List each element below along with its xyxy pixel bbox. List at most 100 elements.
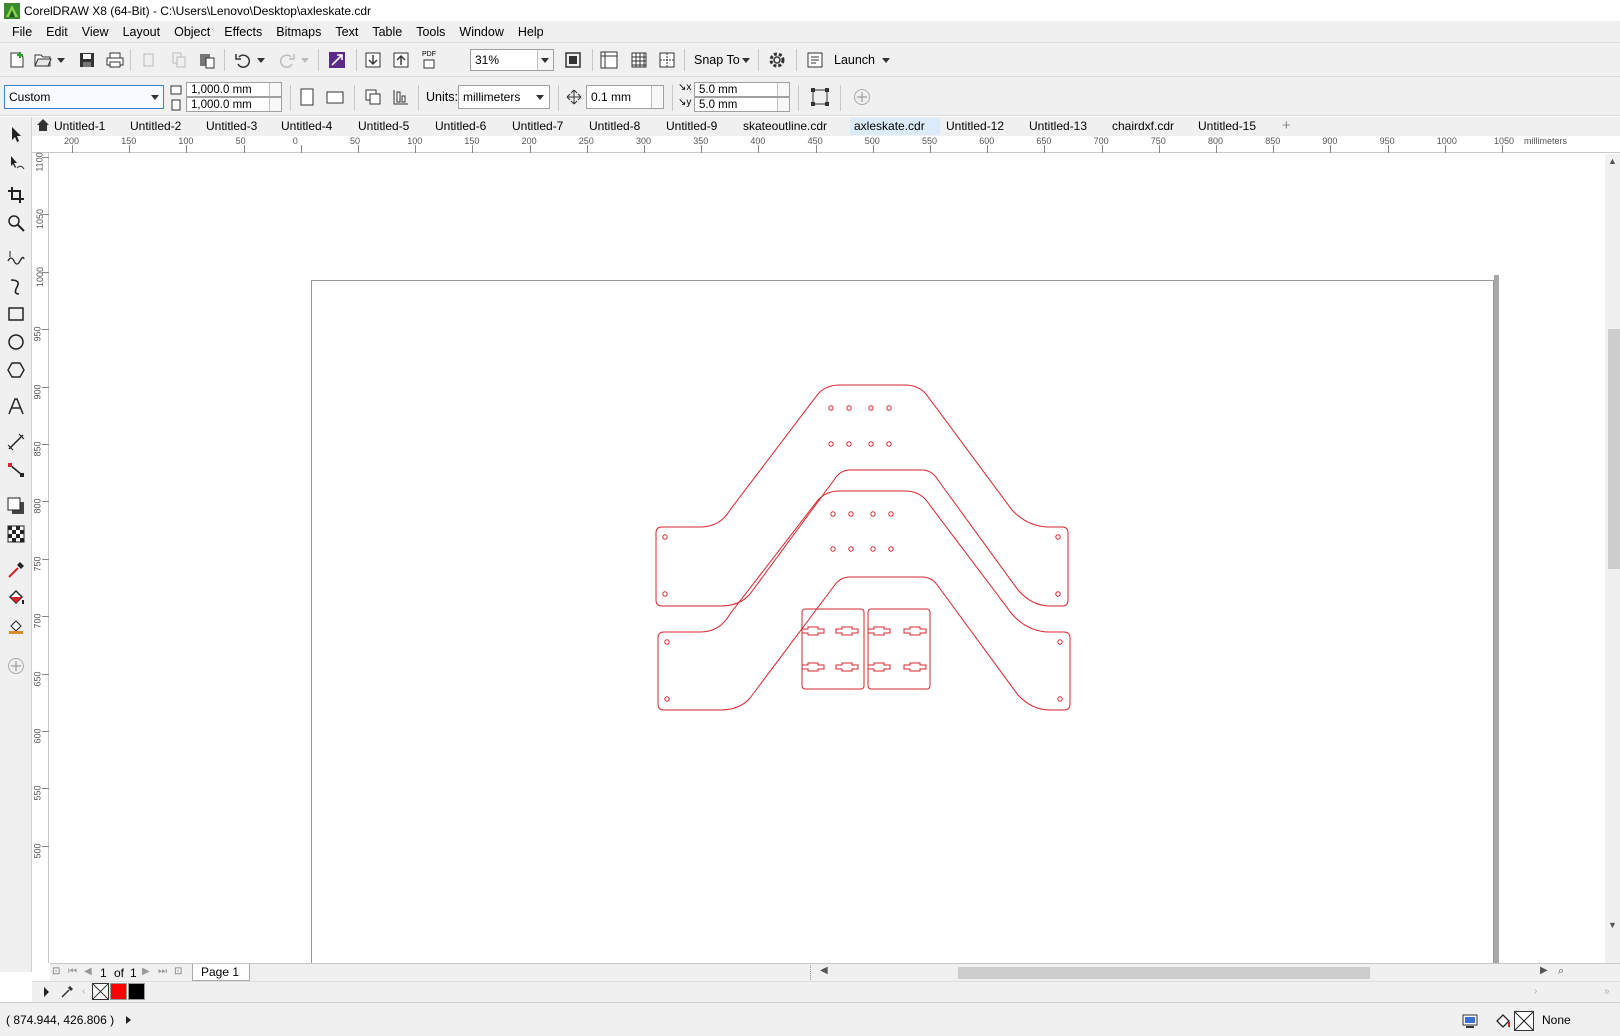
tab-untitled-15[interactable]: Untitled-15 — [1194, 118, 1256, 135]
menu-effects[interactable]: Effects — [218, 25, 270, 39]
show-grid-button[interactable] — [628, 49, 650, 71]
import-button[interactable] — [362, 49, 384, 71]
red-swatch[interactable] — [110, 983, 127, 1000]
quick-customize-button[interactable] — [850, 85, 874, 109]
drop-shadow-tool[interactable] — [4, 494, 28, 518]
open-button[interactable] — [32, 49, 54, 71]
nudge-spinner[interactable] — [651, 86, 663, 108]
menu-window[interactable]: Window — [453, 25, 511, 39]
color-proof-icon[interactable] — [1462, 1013, 1478, 1029]
palette-scroll-right[interactable]: › — [1534, 986, 1537, 997]
page-height-field[interactable]: 1,000.0 mm — [186, 97, 282, 112]
smart-fill-tool[interactable] — [4, 614, 28, 638]
insert-page-before-button[interactable]: ⊡ — [52, 966, 60, 977]
publish-pdf-button[interactable]: PDF — [418, 49, 440, 71]
zoom-tool[interactable] — [4, 211, 28, 235]
options-button[interactable] — [766, 49, 788, 71]
vertical-scrollbar[interactable]: ▲ ▼ — [1605, 154, 1620, 963]
no-color-swatch[interactable] — [92, 983, 109, 1000]
rectangle-tool[interactable] — [4, 302, 28, 326]
tab-untitled-2[interactable]: Untitled-2 — [126, 118, 181, 135]
landscape-button[interactable] — [324, 85, 346, 109]
tab-axleskate[interactable]: axleskate.cdr — [850, 118, 940, 135]
black-swatch[interactable] — [128, 983, 145, 1000]
menu-edit[interactable]: Edit — [40, 25, 76, 39]
menu-text[interactable]: Text — [329, 25, 366, 39]
tab-untitled-12[interactable]: Untitled-12 — [942, 118, 1004, 135]
interactive-fill-tool[interactable] — [4, 586, 28, 610]
first-page-button[interactable]: ⏮ — [68, 966, 77, 977]
undo-button[interactable] — [232, 49, 254, 71]
palette-menu-arrow[interactable] — [44, 987, 49, 997]
current-page-button[interactable] — [390, 85, 412, 109]
portrait-button[interactable] — [296, 85, 318, 109]
horizontal-ruler[interactable]: 200 150 100 50 0 50 100 150 200 250 300 350 400 450 50… — [32, 136, 1620, 153]
redo-button[interactable] — [276, 49, 298, 71]
show-guidelines-button[interactable] — [656, 49, 678, 71]
export-button[interactable] — [390, 49, 412, 71]
redo-dropdown[interactable] — [299, 49, 311, 71]
menu-table[interactable]: Table — [366, 25, 410, 39]
drawing-canvas[interactable] — [50, 154, 1605, 963]
eyedropper-palette-icon[interactable] — [60, 985, 74, 999]
units-select[interactable]: millimeters — [458, 85, 550, 109]
zoom-level-field[interactable]: 31% — [470, 49, 554, 71]
save-button[interactable] — [76, 49, 98, 71]
zoom-dropdown[interactable] — [537, 50, 553, 70]
welcome-tab[interactable] — [32, 118, 50, 135]
launch-icon-button[interactable] — [804, 49, 826, 71]
dup-y-spinner[interactable] — [777, 98, 789, 111]
vertical-ruler[interactable]: 1100 1050 1000 950 900 850 800 750 700 650 600 550 5… — [32, 152, 49, 963]
tab-untitled-8[interactable]: Untitled-8 — [585, 118, 640, 135]
snap-to-dropdown[interactable] — [740, 49, 752, 71]
page-1-tab[interactable]: Page 1 — [192, 964, 250, 981]
cut-button[interactable] — [138, 49, 160, 71]
undo-dropdown[interactable] — [255, 49, 267, 71]
tab-untitled-6[interactable]: Untitled-6 — [431, 118, 486, 135]
all-pages-button[interactable] — [362, 85, 384, 109]
page-width-spinner[interactable] — [269, 83, 281, 96]
copy-button[interactable] — [168, 49, 190, 71]
launch-button[interactable]: Launch — [834, 53, 875, 67]
crop-tool[interactable] — [4, 183, 28, 207]
tab-untitled-3[interactable]: Untitled-3 — [202, 118, 257, 135]
page-width-field[interactable]: 1,000.0 mm — [186, 82, 282, 97]
tab-untitled-1[interactable]: Untitled-1 — [50, 118, 105, 135]
menu-bitmaps[interactable]: Bitmaps — [270, 25, 329, 39]
duplicate-distance-x-field[interactable]: 5.0 mm — [694, 82, 790, 97]
open-dropdown[interactable] — [55, 49, 67, 71]
palette-scroll-left[interactable]: ‹ — [82, 986, 85, 997]
dup-x-spinner[interactable] — [777, 83, 789, 96]
duplicate-distance-y-field[interactable]: 5.0 mm — [694, 97, 790, 112]
polygon-tool[interactable] — [4, 358, 28, 382]
tab-untitled-13[interactable]: Untitled-13 — [1025, 118, 1087, 135]
menu-object[interactable]: Object — [168, 25, 218, 39]
menu-view[interactable]: View — [76, 25, 117, 39]
quick-customize-tool[interactable] — [4, 654, 28, 678]
nudge-distance-field[interactable]: 0.1 mm — [586, 85, 664, 109]
transparency-tool[interactable] — [4, 522, 28, 546]
menu-tools[interactable]: Tools — [410, 25, 453, 39]
freehand-tool[interactable] — [4, 246, 28, 270]
tab-chairdxf[interactable]: chairdxf.cdr — [1108, 118, 1174, 135]
snap-to-button[interactable]: Snap To — [694, 53, 740, 67]
last-page-button[interactable]: ⏭ — [158, 966, 167, 977]
page-height-spinner[interactable] — [269, 98, 281, 111]
skateboard-parts-drawing[interactable] — [50, 154, 1605, 963]
splitter-handle[interactable] — [810, 965, 818, 980]
menu-layout[interactable]: Layout — [117, 25, 169, 39]
paste-button[interactable] — [196, 49, 218, 71]
vertical-scroll-thumb[interactable] — [1608, 329, 1620, 569]
new-tab-button[interactable]: + — [1278, 118, 1296, 135]
horizontal-scroll-thumb[interactable] — [958, 967, 1370, 979]
scroll-left-arrow[interactable]: ◀ — [820, 965, 828, 976]
connector-tool[interactable] — [4, 458, 28, 482]
show-rulers-button[interactable] — [598, 49, 620, 71]
scroll-up-arrow[interactable]: ▲ — [1608, 156, 1617, 166]
tab-untitled-5[interactable]: Untitled-5 — [354, 118, 409, 135]
previous-page-button[interactable]: ◀ — [84, 966, 92, 977]
tab-untitled-4[interactable]: Untitled-4 — [277, 118, 332, 135]
zoom-navigator-icon[interactable]: ⌕ — [1558, 965, 1564, 978]
tab-untitled-7[interactable]: Untitled-7 — [508, 118, 563, 135]
print-button[interactable] — [104, 49, 126, 71]
